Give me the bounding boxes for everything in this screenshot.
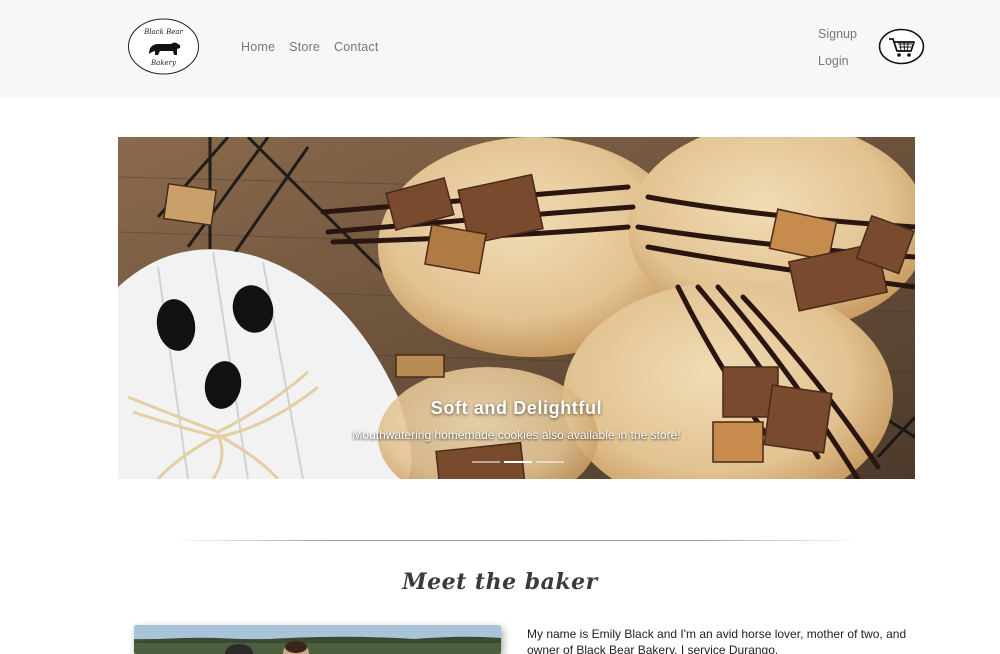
shopping-cart-icon [878, 28, 925, 65]
carousel-indicator-3[interactable] [536, 461, 564, 463]
svg-text:Black Bear: Black Bear [143, 28, 183, 36]
signup-link[interactable]: Signup [818, 27, 857, 41]
carousel-indicator-1[interactable] [472, 461, 500, 463]
main-nav: Home Store Contact [241, 40, 379, 54]
baker-photo [134, 625, 501, 654]
bakery-logo[interactable]: Black Bear Bakery [127, 18, 200, 75]
carousel-indicators [472, 461, 564, 463]
navbar: Black Bear Bakery Home Store Contact Sig… [0, 0, 1000, 98]
login-link[interactable]: Login [818, 54, 857, 68]
meet-the-baker-heading: Meet the baker [402, 569, 598, 595]
black-bear-logo-icon: Black Bear Bakery [128, 18, 199, 75]
nav-home-link[interactable]: Home [241, 40, 275, 54]
hero-text: Mouthwatering homemade cookies also avai… [352, 428, 681, 442]
nav-contact-link[interactable]: Contact [334, 40, 378, 54]
hero-title: Soft and Delightful [430, 398, 603, 418]
hero-carousel[interactable]: Soft and Delightful Mouthwatering homema… [118, 137, 915, 479]
cart-button[interactable] [878, 28, 925, 65]
baker-bio: My name is Emily Black and I'm an avid h… [527, 627, 907, 654]
baker-family-photo [134, 625, 501, 654]
nav-store-link[interactable]: Store [289, 40, 320, 54]
section-divider [170, 540, 860, 541]
carousel-indicator-2[interactable] [504, 461, 532, 463]
svg-text:Bakery: Bakery [150, 59, 177, 67]
auth-links: Signup Login [818, 27, 857, 68]
